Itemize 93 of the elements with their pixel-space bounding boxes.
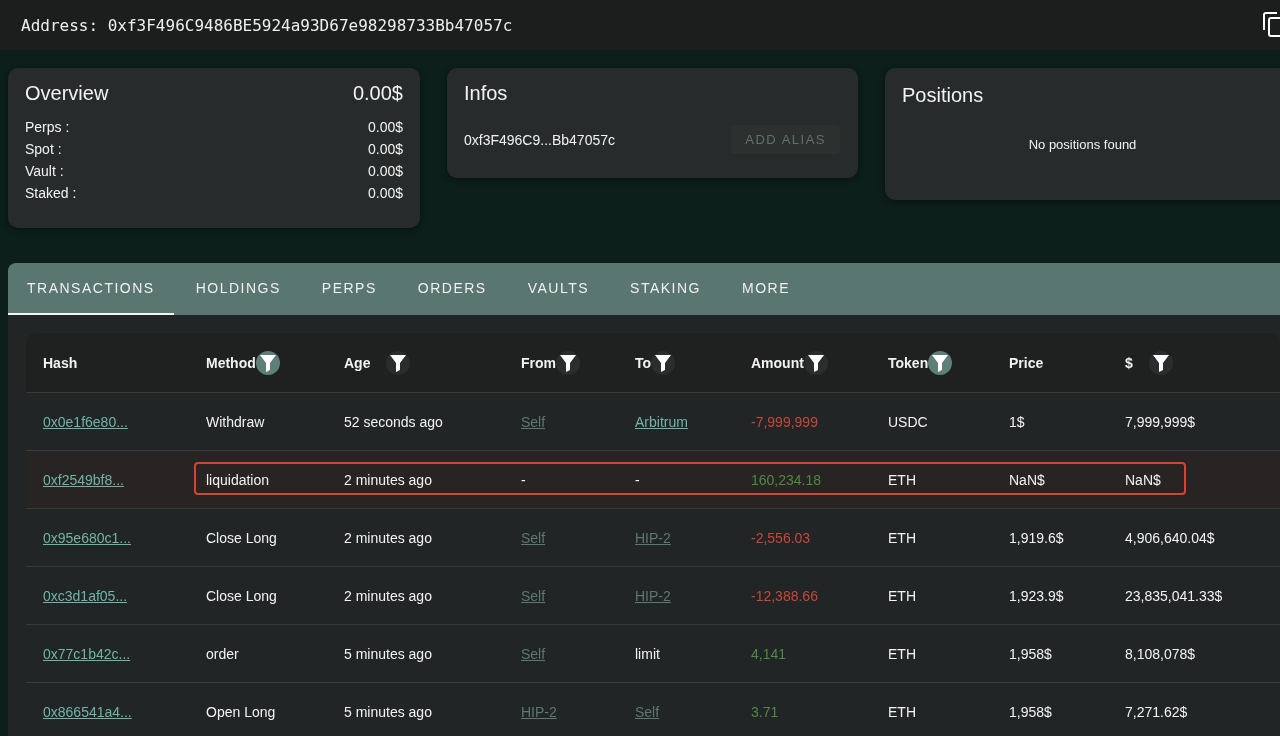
table-cell: NaN$ [1009, 471, 1045, 488]
short-address: 0xf3F496C9...Bb47057c [464, 131, 615, 148]
address-link[interactable]: HIP-2 [635, 529, 671, 546]
table-cell: 2 minutes ago [344, 529, 432, 546]
table-cell: ETH [888, 529, 916, 546]
tab[interactable]: PERPS [302, 263, 396, 315]
address-link[interactable]: HIP-2 [635, 587, 671, 604]
table-cell: NaN$ [1125, 471, 1161, 488]
table-cell: 1,919.6$ [1009, 529, 1064, 546]
table-cell: Close Long [206, 587, 277, 604]
hash-link[interactable]: 0xc3d1af05... [43, 587, 128, 604]
column-header: From [521, 354, 556, 371]
table-cell: 2 minutes ago [344, 587, 432, 604]
hash-link[interactable]: 0x0e1f6e80... [43, 413, 128, 430]
amount-cell: -2,556.03 [751, 529, 811, 546]
tab[interactable]: ORDERS [398, 263, 506, 315]
table-cell: 8,108,078$ [1125, 645, 1196, 662]
address-text: Address: 0xf3F496C9486BE5924a93D67e98298733Bb47057c [21, 15, 513, 35]
column-header: Amount [751, 354, 804, 371]
table-cell: 1,923.9$ [1009, 587, 1064, 604]
table-cell: - [521, 471, 526, 488]
table-cell: ETH [888, 703, 916, 720]
amount-cell: 4,141 [751, 645, 787, 662]
table-cell: ETH [888, 645, 916, 662]
table-cell: ETH [888, 471, 916, 488]
table-cell: 1,958$ [1009, 645, 1052, 662]
card-title: Infos [464, 82, 509, 105]
table-cell: 2 minutes ago [344, 471, 432, 488]
table-cell: 7,271.62$ [1125, 703, 1188, 720]
amount-cell: 3.71 [751, 703, 779, 720]
card-title: Overview [25, 82, 109, 105]
amount-cell: 160,234.18 [751, 471, 822, 488]
balance-value: 0.00$ [367, 140, 403, 159]
filter-icon[interactable] [386, 350, 411, 375]
table-cell: liquidation [206, 471, 270, 488]
table-cell: 1$ [1009, 413, 1025, 430]
table-cell: 5 minutes ago [344, 703, 432, 720]
column-header: $ [1125, 354, 1133, 371]
balance-value: 0.00$ [367, 118, 403, 137]
tab[interactable]: VAULTS [508, 263, 609, 315]
card-title: Positions [902, 84, 985, 107]
empty-message: No positions found [1027, 137, 1138, 152]
table-cell: Open Long [206, 703, 276, 720]
balance-value: 0.00$ [367, 162, 403, 181]
table-cell: 7,999,999$ [1125, 413, 1196, 430]
address-link[interactable]: Self [635, 703, 660, 720]
table-cell: limit [635, 645, 660, 662]
table-cell: 23,835,041.33$ [1125, 587, 1223, 604]
balance-label: Perps : [25, 118, 70, 137]
table-cell: Close Long [206, 529, 277, 546]
hash-link[interactable]: 0x77c1b42c... [43, 645, 131, 662]
table-cell: 5 minutes ago [344, 645, 432, 662]
hash-link[interactable]: 0x95e680c1... [43, 529, 131, 546]
column-header: Token [888, 354, 929, 371]
balance-label: Vault : [25, 162, 64, 181]
column-header: Age [344, 354, 371, 371]
column-header: Hash [43, 354, 78, 371]
filter-icon[interactable] [803, 350, 828, 375]
address-link[interactable]: Self [521, 529, 546, 546]
address-link[interactable]: HIP-2 [521, 703, 557, 720]
table-cell: Withdraw [206, 413, 265, 430]
filter-icon[interactable] [928, 350, 953, 375]
copy-icon[interactable] [1262, 12, 1280, 38]
filter-icon[interactable] [651, 350, 676, 375]
table-cell: USDC [888, 413, 928, 430]
filter-icon[interactable] [1148, 350, 1173, 375]
hash-link[interactable]: 0x866541a4... [43, 703, 132, 720]
address-link[interactable]: Self [521, 587, 546, 604]
balance-value: 0.00$ [367, 184, 403, 203]
hash-link[interactable]: 0xf2549bf8... [43, 471, 124, 488]
tab[interactable]: TRANSACTIONS [8, 263, 174, 315]
table-cell: 52 seconds ago [344, 413, 443, 430]
table-cell: order [206, 645, 239, 662]
tab[interactable]: STAKING [611, 263, 720, 315]
table-cell: 4,906,640.04$ [1125, 529, 1215, 546]
table-cell: ETH [888, 587, 916, 604]
table-cell: - [635, 471, 640, 488]
amount-cell: -12,388.66 [751, 587, 818, 604]
balance-label: Staked : [25, 184, 77, 203]
table-cell: 1,958$ [1009, 703, 1052, 720]
filter-icon[interactable] [556, 350, 580, 375]
address-link[interactable]: Arbitrum [635, 413, 688, 430]
filter-icon[interactable] [255, 350, 280, 375]
column-header: To [635, 354, 652, 371]
total-value: 0.00$ [352, 82, 403, 105]
tab[interactable]: HOLDINGS [176, 263, 300, 315]
balance-label: Spot : [25, 140, 62, 159]
column-header: Method [206, 354, 256, 371]
tab[interactable]: MORE [723, 263, 809, 315]
amount-cell: -7,999,999 [751, 413, 818, 430]
address-link[interactable]: Self [521, 645, 546, 662]
column-header: Price [1009, 354, 1044, 371]
address-link[interactable]: Self [521, 413, 546, 430]
